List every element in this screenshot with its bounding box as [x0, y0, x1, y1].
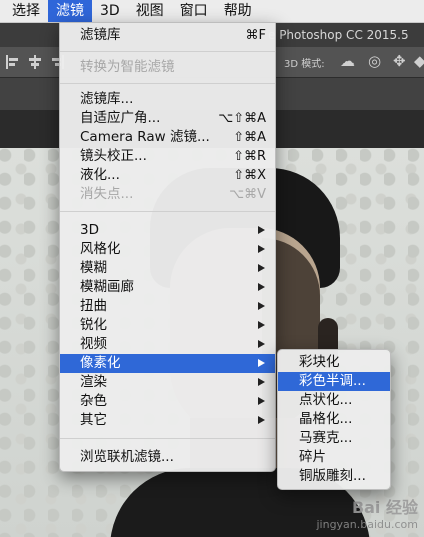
menu-item-blur[interactable]: 模糊: [60, 259, 275, 278]
menu-item-browse-online-filters[interactable]: 浏览联机滤镜...: [60, 448, 275, 467]
menu-item-pixelate[interactable]: 像素化: [60, 354, 275, 373]
pixelate-submenu: 彩块化 彩色半调... 点状化... 晶格化... 马赛克... 碎片 铜版雕刻…: [277, 349, 391, 490]
window-title: e Photoshop CC 2015.5: [268, 28, 409, 42]
menu-separator: [60, 438, 275, 439]
menu-item-noise[interactable]: 杂色: [60, 392, 275, 411]
pan-3d-icon[interactable]: ✥: [393, 52, 406, 70]
menu-item-3d[interactable]: 3D: [60, 221, 275, 240]
submenu-arrow-icon: [258, 283, 265, 291]
filter-menu: 滤镜库 ⌘F 转换为智能滤镜 滤镜库... 自适应广角... ⌥⇧⌘A Came…: [59, 22, 276, 472]
menubar-filter[interactable]: 滤镜: [48, 0, 92, 22]
submenu-item-mezzotint[interactable]: 铜版雕刻...: [278, 467, 390, 486]
menu-separator: [60, 51, 275, 52]
menu-item-blur-gallery[interactable]: 模糊画廊: [60, 278, 275, 297]
submenu-arrow-icon: [258, 321, 265, 329]
submenu-arrow-icon: [258, 340, 265, 348]
menu-item-filter-gallery-last[interactable]: 滤镜库 ⌘F: [60, 26, 275, 45]
menu-item-camera-raw[interactable]: Camera Raw 滤镜... ⇧⌘A: [60, 128, 275, 147]
menu-item-video[interactable]: 视频: [60, 335, 275, 354]
submenu-arrow-icon: [258, 264, 265, 272]
submenu-arrow-icon: [258, 378, 265, 386]
watermark-brand: Bai 经验: [351, 498, 418, 517]
menubar-help[interactable]: 帮助: [216, 0, 260, 22]
menu-item-adaptive-wide-angle[interactable]: 自适应广角... ⌥⇧⌘A: [60, 109, 275, 128]
3d-mode-label: 3D 模式:: [284, 59, 325, 70]
menubar-3d[interactable]: 3D: [92, 0, 128, 22]
menu-item-distort[interactable]: 扭曲: [60, 297, 275, 316]
submenu-arrow-icon: [258, 359, 265, 367]
roll-3d-icon[interactable]: ◎: [368, 52, 381, 70]
menu-item-vanishing-point: 消失点... ⌥⌘V: [80, 186, 266, 202]
menu-item-convert-smart-filter: 转换为智能滤镜: [80, 59, 175, 75]
menu-item-filter-gallery[interactable]: 滤镜库...: [60, 90, 275, 109]
menu-item-stylize[interactable]: 风格化: [60, 240, 275, 259]
menu-separator: [60, 211, 275, 212]
submenu-item-crystallize[interactable]: 晶格化...: [278, 410, 390, 429]
submenu-arrow-icon: [258, 397, 265, 405]
submenu-item-pointillize[interactable]: 点状化...: [278, 391, 390, 410]
mac-menubar: 选择 滤镜 3D 视图 窗口 帮助: [0, 0, 424, 23]
submenu-arrow-icon: [258, 302, 265, 310]
submenu-item-fragment[interactable]: 碎片: [278, 448, 390, 467]
menu-item-lens-correction[interactable]: 镜头校正... ⇧⌘R: [60, 147, 275, 166]
menu-item-sharpen[interactable]: 锐化: [60, 316, 275, 335]
menu-separator: [60, 83, 275, 84]
baidu-watermark: Bai 经验 jingyan.baidu.com: [316, 494, 418, 531]
menubar-select[interactable]: 选择: [0, 0, 48, 22]
menu-item-other[interactable]: 其它: [60, 411, 275, 430]
watermark-url: jingyan.baidu.com: [316, 518, 418, 531]
menubar-window[interactable]: 窗口: [172, 0, 216, 22]
align-center-icon[interactable]: [28, 55, 42, 69]
submenu-arrow-icon: [258, 245, 265, 253]
submenu-item-mosaic[interactable]: 马赛克...: [278, 429, 390, 448]
menu-item-render[interactable]: 渲染: [60, 373, 275, 392]
menu-item-liquify[interactable]: 液化... ⇧⌘X: [60, 166, 275, 185]
submenu-arrow-icon: [258, 416, 265, 424]
align-left-icon[interactable]: [6, 55, 20, 69]
submenu-item-color-halftone[interactable]: 彩色半调...: [278, 372, 390, 391]
orbit-3d-icon[interactable]: ☁: [340, 52, 355, 70]
submenu-item-crystallize-facet[interactable]: 彩块化: [278, 353, 390, 372]
slide-3d-icon[interactable]: ◆: [414, 52, 424, 70]
menubar-view[interactable]: 视图: [128, 0, 172, 22]
submenu-arrow-icon: [258, 226, 265, 234]
